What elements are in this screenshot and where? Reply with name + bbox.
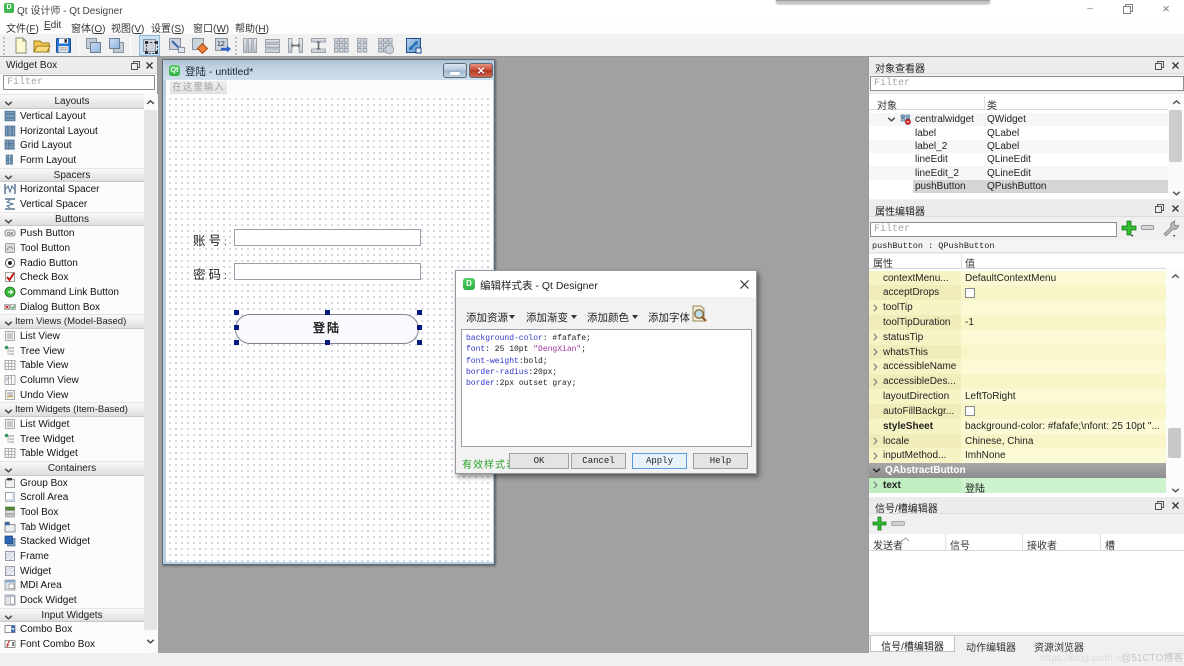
- svg-text:12: 12: [217, 41, 225, 48]
- svg-text:OK: OK: [7, 231, 14, 236]
